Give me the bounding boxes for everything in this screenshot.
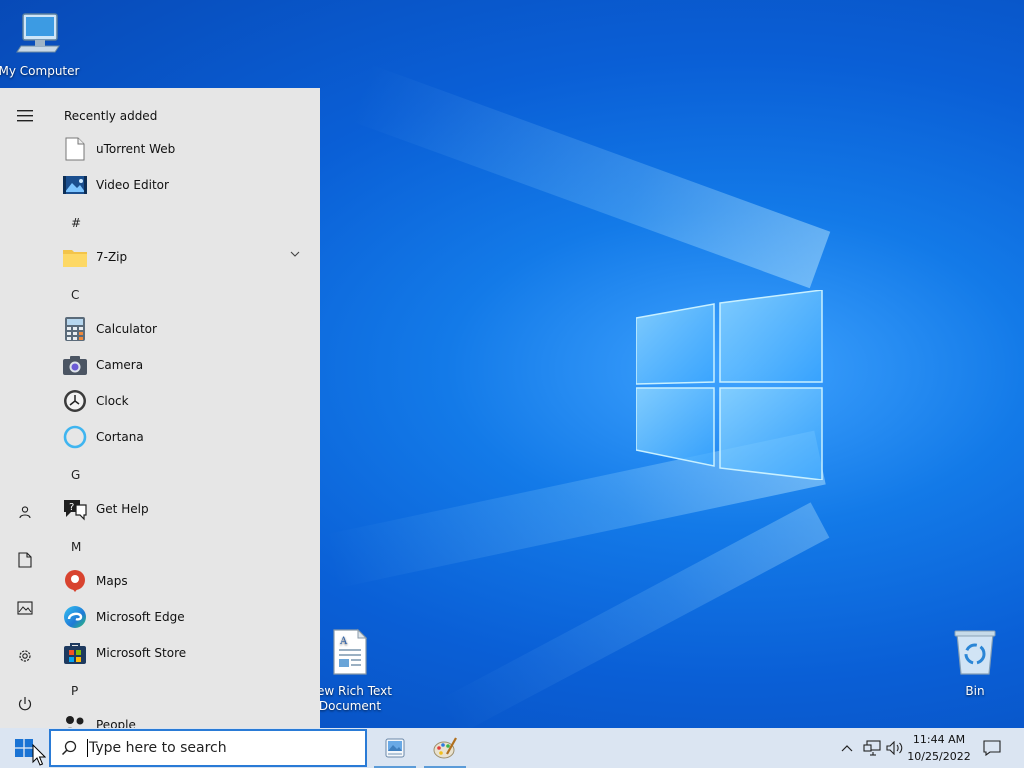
app-label: Video Editor [96, 178, 169, 192]
power-icon [18, 697, 32, 711]
app-calculator[interactable]: Calculator [62, 312, 308, 346]
app-camera[interactable]: Camera [62, 348, 308, 382]
power-button[interactable] [0, 684, 50, 724]
svg-text:?: ? [69, 502, 74, 513]
document-icon [62, 136, 88, 162]
app-get-help[interactable]: ? Get Help [62, 492, 308, 526]
clock-icon [62, 388, 88, 414]
documents-icon [18, 552, 32, 568]
search-input[interactable]: Type here to search [89, 740, 227, 756]
clock-date: 10/25/2022 [907, 750, 971, 763]
taskbar-app-paint[interactable] [424, 728, 466, 768]
app-label: Cortana [96, 430, 144, 444]
app-label: Camera [96, 358, 144, 372]
show-hidden-icons-button[interactable] [836, 728, 858, 768]
group-header-g[interactable]: G [71, 468, 80, 482]
chevron-up-icon [841, 745, 853, 752]
app-label: Microsoft Store [96, 646, 187, 660]
windows-start-icon [15, 739, 33, 757]
wallpaper-light-beam [349, 64, 831, 289]
help-icon: ? [62, 496, 88, 522]
action-center-button[interactable] [978, 728, 1006, 768]
text-caret [87, 739, 88, 757]
image-viewer-icon [385, 738, 405, 758]
app-label: Get Help [96, 502, 149, 516]
search-icon [51, 730, 87, 766]
app-clock[interactable]: Clock [62, 384, 308, 418]
group-header-c[interactable]: C [71, 288, 79, 302]
app-cortana[interactable]: Cortana [62, 420, 308, 454]
svg-text:A: A [339, 636, 348, 647]
store-icon [62, 640, 88, 666]
pictures-icon [17, 601, 33, 615]
start-menu-app-list: Recently added uTorrent Web Video Editor… [50, 88, 320, 728]
section-title-recently-added: Recently added [64, 109, 158, 123]
clock-time: 11:44 AM [912, 733, 966, 746]
app-7-zip[interactable]: 7-Zip [62, 240, 308, 274]
wallpaper-light-beam [439, 502, 830, 735]
user-icon [19, 506, 31, 519]
user-account-button[interactable] [0, 492, 50, 532]
desktop-icon-label: Bin [965, 684, 985, 698]
app-label: Calculator [96, 322, 157, 336]
app-label: Microsoft Edge [96, 610, 185, 624]
start-menu-rail [0, 88, 50, 728]
volume-button[interactable] [884, 728, 906, 768]
menu-icon [17, 110, 33, 122]
group-header-m[interactable]: M [71, 540, 81, 554]
taskbar: Type here to search 11:44 AM 10/25/2022 [0, 728, 1024, 768]
app-microsoft-edge[interactable]: Microsoft Edge [62, 600, 308, 634]
settings-button[interactable] [0, 636, 50, 676]
app-label: Clock [96, 394, 129, 408]
app-microsoft-store[interactable]: Microsoft Store [62, 636, 308, 670]
app-label: People [96, 718, 136, 728]
windows-logo-wallpaper [636, 290, 823, 480]
app-label: Maps [96, 574, 128, 588]
cortana-icon [62, 424, 88, 450]
app-video-editor[interactable]: Video Editor [62, 168, 308, 202]
app-label: 7-Zip [96, 250, 128, 264]
group-header-hash[interactable]: # [71, 216, 81, 230]
app-label: uTorrent Web [96, 142, 176, 156]
pictures-button[interactable] [0, 588, 50, 628]
app-utorrent-web[interactable]: uTorrent Web [62, 132, 308, 166]
documents-button[interactable] [0, 540, 50, 580]
taskbar-app-image-viewer[interactable] [374, 728, 416, 768]
taskbar-clock[interactable]: 11:44 AM 10/25/2022 [905, 731, 973, 765]
people-icon [62, 712, 88, 728]
desktop-icon-label: My Computer [0, 64, 80, 78]
maps-icon [62, 568, 88, 594]
mouse-pointer-icon [32, 744, 46, 766]
settings-icon [19, 650, 31, 662]
camera-icon [62, 352, 88, 378]
group-header-p[interactable]: P [71, 684, 78, 698]
desktop-icon-recycle-bin[interactable]: Bin [930, 628, 1020, 699]
calculator-icon [62, 316, 88, 342]
recycle-bin-icon [954, 630, 996, 675]
chevron-down-icon[interactable] [290, 251, 300, 257]
network-icon [863, 740, 881, 756]
notification-icon [983, 740, 1001, 756]
video-editor-icon [62, 172, 88, 198]
start-menu: Recently added uTorrent Web Video Editor… [0, 88, 320, 728]
app-maps[interactable]: Maps [62, 564, 308, 598]
rich-text-document-icon: A [333, 628, 368, 675]
computer-icon [16, 13, 60, 53]
desktop-icon-my-computer[interactable]: My Computer [0, 8, 84, 79]
folder-icon [62, 244, 88, 270]
edge-icon [62, 604, 88, 630]
taskbar-search-box[interactable]: Type here to search [49, 729, 367, 767]
expand-menu-button[interactable] [0, 96, 50, 136]
app-people[interactable]: People [62, 708, 308, 728]
network-status-button[interactable] [860, 728, 884, 768]
speaker-icon [886, 741, 903, 755]
paint-icon [433, 737, 457, 759]
